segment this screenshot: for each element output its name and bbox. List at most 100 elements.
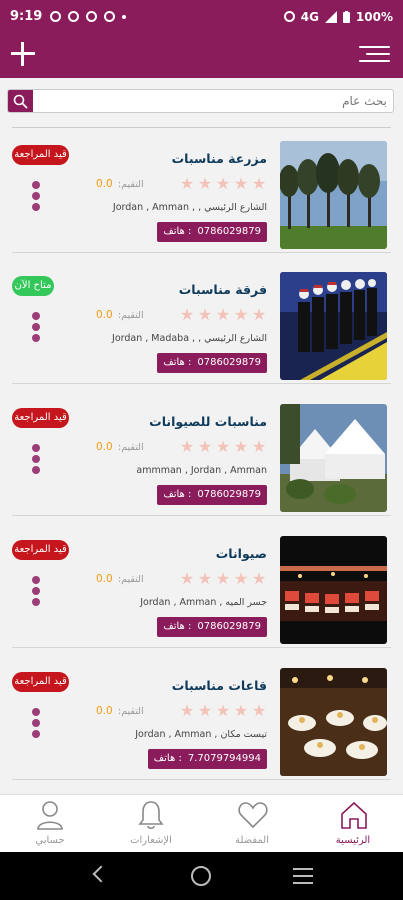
star-icon: ★ [197, 174, 213, 193]
rating-value: 0.0 [96, 573, 113, 585]
nav-favorites[interactable]: المفضلة [202, 795, 302, 853]
listing-image-tent-interior [280, 536, 387, 644]
phone-button[interactable]: هاتف : 0786029879 [157, 222, 267, 242]
search-icon [13, 94, 28, 109]
bottom-nav: حسابي الإشعارات المفضلة الرئيسية [0, 794, 403, 852]
star-icon: ★ [251, 569, 267, 588]
phone-label: هاتف : [153, 753, 182, 764]
listing-address: تيست مكان , Jordan , Amman [135, 729, 267, 740]
search-button[interactable] [8, 90, 33, 112]
more-options-icon[interactable] [32, 181, 41, 211]
listing-image-white-tents [280, 404, 387, 512]
card-divider [12, 252, 391, 253]
card-divider [12, 779, 391, 780]
star-icon: ★ [233, 569, 249, 588]
bell-icon [138, 801, 164, 830]
listing-card[interactable]: مناسبات للصيوانات قيد المراجعة ★ ★ ★ ★ ★ الت… [12, 394, 391, 516]
phone-button[interactable]: هاتف : 0786029879 [157, 485, 267, 505]
rating-value: 0.0 [96, 441, 113, 453]
card-divider [12, 383, 391, 384]
recents-icon[interactable] [293, 868, 313, 884]
more-options-icon[interactable] [32, 312, 41, 342]
listing-name: مزرعة مناسبات [171, 151, 267, 166]
listing-card[interactable]: فرقة مناسبات متاح الآن ★ ★ ★ ★ ★ التقيم: 0.0… [12, 262, 391, 384]
star-icon: ★ [179, 569, 195, 588]
status-badge: قيد المراجعة [12, 408, 69, 428]
star-icon: ★ [197, 701, 213, 720]
star-icon: ★ [251, 305, 267, 324]
nav-home[interactable]: الرئيسية [303, 795, 403, 853]
phone-number: 0786029879 [197, 226, 261, 237]
star-icon: ★ [215, 437, 231, 456]
phone-label: هاتف : [163, 226, 192, 237]
rating-value: 0.0 [96, 309, 113, 321]
listing-address: ammman , Jordan , Amman [136, 465, 267, 476]
home-button-icon[interactable] [191, 866, 211, 886]
star-icon: ★ [215, 174, 231, 193]
rating-stars: ★ ★ ★ ★ ★ [177, 439, 267, 455]
heart-icon [238, 802, 268, 829]
phone-number: 0786029879 [197, 621, 261, 632]
app-bar [0, 33, 403, 78]
search-input[interactable] [36, 90, 391, 112]
star-icon: ★ [233, 174, 249, 193]
more-options-icon[interactable] [32, 708, 41, 738]
back-icon[interactable] [92, 865, 110, 883]
status-badge: قيد المراجعة [12, 672, 69, 692]
nav-notifications[interactable]: الإشعارات [101, 795, 201, 853]
battery-level: 100% [355, 9, 393, 24]
rating-label: التقيم: [118, 574, 144, 585]
listing-name: مناسبات للصيوانات [149, 414, 267, 429]
message-icon [68, 11, 80, 22]
listing-card[interactable]: مزرعة مناسبات قيد المراجعة ★ ★ ★ ★ ★ التقيم:… [12, 131, 391, 253]
phone-button[interactable]: هاتف : 0786029879 [157, 617, 267, 637]
phone-label: هاتف : [163, 489, 192, 500]
star-icon: ★ [179, 701, 195, 720]
star-icon: ★ [197, 305, 213, 324]
facebook-icon [104, 11, 116, 22]
star-icon: ★ [233, 701, 249, 720]
star-icon: ★ [179, 437, 195, 456]
phone-label: هاتف : [163, 621, 192, 632]
star-icon: ★ [215, 569, 231, 588]
listing-card[interactable]: صيوانات قيد المراجعة ★ ★ ★ ★ ★ التقيم: 0.0 ج… [12, 526, 391, 648]
star-icon: ★ [233, 305, 249, 324]
status-bar: 9:19 4G 100% [0, 0, 403, 33]
more-options-icon[interactable] [32, 576, 41, 606]
notification-icon [50, 11, 62, 22]
card-divider [12, 647, 391, 648]
more-dot-icon [122, 14, 127, 19]
listing-name: صيوانات [215, 546, 267, 561]
star-icon: ★ [179, 305, 195, 324]
phone-number: 0786029879 [197, 357, 261, 368]
add-icon[interactable] [11, 42, 35, 66]
nav-label: الإشعارات [130, 835, 172, 846]
status-badge: قيد المراجعة [12, 145, 69, 165]
network-type: 4G [300, 9, 319, 24]
rating-stars: ★ ★ ★ ★ ★ [177, 176, 267, 192]
rating-label: التقيم: [118, 179, 144, 190]
signal-icon [324, 10, 337, 23]
card-divider [12, 515, 391, 516]
star-icon: ★ [233, 437, 249, 456]
listing-card[interactable]: قاعات مناسبات قيد المراجعة ★ ★ ★ ★ ★ التقيم:… [12, 658, 391, 780]
status-time: 9:19 [10, 9, 43, 24]
rating-label: التقيم: [118, 706, 144, 717]
nav-label: الرئيسية [335, 835, 371, 846]
user-icon [37, 801, 63, 830]
phone-button[interactable]: هاتف : 0786029879 [157, 353, 267, 373]
rating-value: 0.0 [96, 178, 113, 190]
menu-icon[interactable] [359, 46, 390, 63]
listing-address: الشارع الرئيسي , , Jordan , Madaba [112, 333, 267, 344]
nav-label: المفضلة [234, 835, 269, 846]
nav-account[interactable]: حسابي [0, 795, 100, 853]
status-badge: متاح الآن [12, 276, 54, 296]
phone-label: هاتف : [163, 357, 192, 368]
star-icon: ★ [197, 437, 213, 456]
rating-stars: ★ ★ ★ ★ ★ [177, 571, 267, 587]
star-icon: ★ [215, 701, 231, 720]
phone-button[interactable]: هاتف : 7.7079794994 [147, 749, 267, 769]
more-options-icon[interactable] [32, 444, 41, 474]
listing-name: قاعات مناسبات [171, 678, 267, 693]
listing-address: جسر الميه , Jordan , Amman [140, 597, 267, 608]
